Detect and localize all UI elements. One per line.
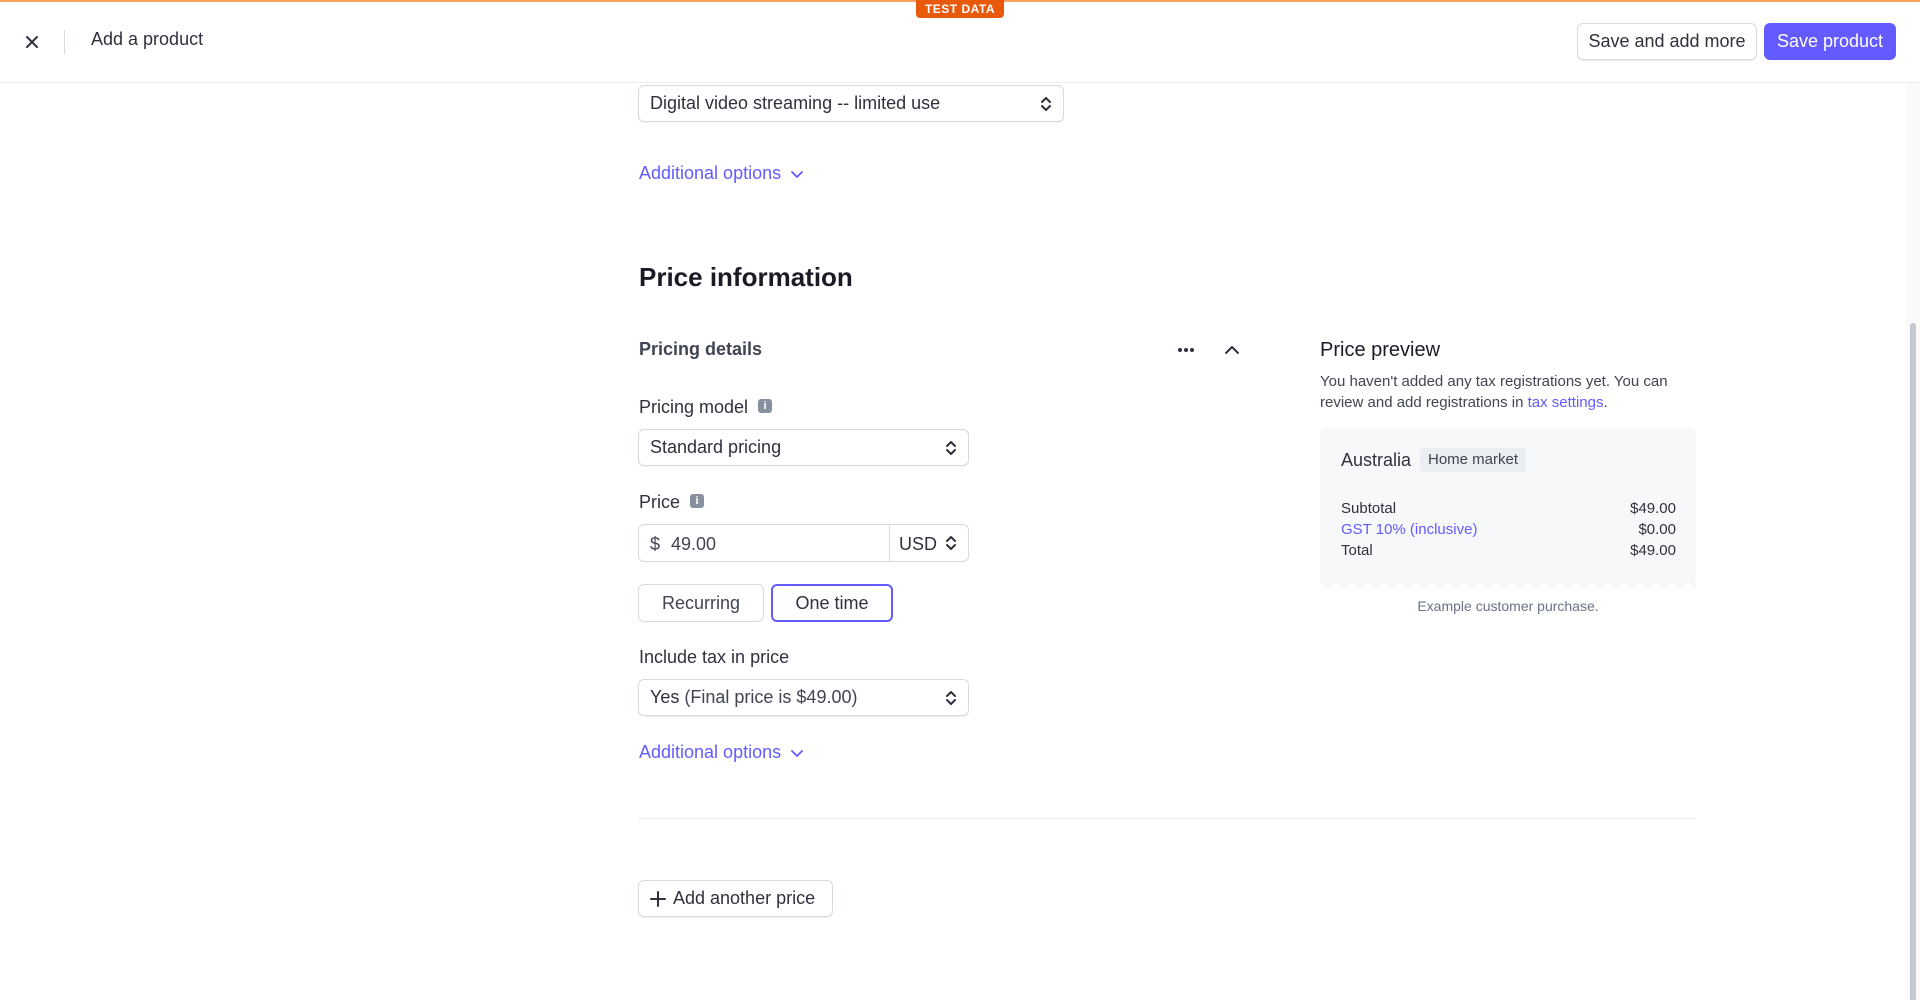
include-tax-value: Yes [650, 687, 680, 707]
section-divider [638, 818, 1696, 819]
preview-card: Australia Home market Subtotal $49.00 GS… [1320, 428, 1696, 590]
collapse-button[interactable] [1219, 337, 1245, 363]
preview-note-end: . [1603, 394, 1608, 411]
close-icon [26, 36, 38, 48]
updown-icon [946, 691, 956, 705]
plus-icon [650, 891, 666, 907]
pricing-details-heading: Pricing details [639, 339, 763, 359]
preview-row-total: Total $49.00 [1341, 542, 1676, 559]
tax-code-select[interactable]: Digital video streaming -- limited use [638, 85, 1064, 122]
price-preview-heading: Price preview [1320, 339, 1441, 361]
info-icon[interactable]: i [690, 494, 705, 509]
currency-symbol: $ [650, 534, 661, 554]
row-value: $49.00 [1630, 500, 1676, 517]
header-divider [64, 30, 65, 54]
chevron-down-icon [791, 171, 804, 179]
price-amount-input[interactable]: 49.00 [671, 534, 716, 555]
price-input-group: $ 49.00 USD [638, 524, 969, 562]
chevron-down-icon [791, 750, 804, 758]
preview-caption: Example customer purchase. [1417, 598, 1599, 614]
pricing-model-select[interactable]: Standard pricing [638, 429, 969, 466]
preview-country: Australia [1341, 450, 1412, 470]
app-root: Add a product Save and add more Save pro… [0, 0, 1920, 1000]
row-value: $49.00 [1630, 542, 1676, 559]
include-tax-detail: (Final price is $49.00) [684, 687, 858, 707]
row-label: Subtotal [1341, 500, 1397, 517]
close-button[interactable] [20, 30, 44, 54]
additional-options-label: Additional options [639, 163, 782, 183]
product-additional-options-link[interactable]: Additional options [639, 163, 804, 184]
info-icon[interactable]: i [758, 399, 773, 414]
additional-options-label: Additional options [639, 742, 782, 762]
more-icon [1178, 348, 1194, 352]
row-label: Total [1341, 542, 1373, 559]
include-tax-label: Include tax in price [639, 647, 790, 667]
pricing-model-label: Pricing model [639, 397, 749, 417]
chevron-up-icon [1225, 346, 1239, 354]
more-options-button[interactable] [1173, 337, 1199, 363]
one-time-toggle[interactable]: One time [771, 584, 893, 622]
scrollbar-thumb[interactable] [1910, 323, 1916, 1000]
price-preview-note: You haven't added any tax registrations … [1320, 371, 1710, 413]
updown-icon [946, 536, 956, 550]
updown-icon [1041, 97, 1051, 111]
price-information-heading: Price information [639, 262, 853, 292]
page-title: Add a product [91, 29, 204, 49]
preview-note-text: You haven't added any tax registrations … [1320, 373, 1668, 411]
currency-select[interactable]: USD [899, 534, 937, 555]
gst-link[interactable]: GST 10% (inclusive) [1341, 521, 1477, 538]
save-product-button[interactable]: Save product [1764, 23, 1896, 60]
test-data-badge: TEST DATA [916, 0, 1004, 18]
save-and-add-more-button[interactable]: Save and add more [1577, 23, 1757, 60]
input-divider [889, 525, 890, 561]
tax-settings-link[interactable]: tax settings [1528, 394, 1604, 411]
add-another-price-label: Add another price [673, 888, 816, 908]
add-another-price-button[interactable]: Add another price [638, 880, 833, 917]
receipt-edge [1320, 582, 1696, 590]
preview-row-subtotal: Subtotal $49.00 [1341, 500, 1676, 517]
updown-icon [946, 441, 956, 455]
pricing-model-value: Standard pricing [650, 437, 782, 457]
price-additional-options-link[interactable]: Additional options [639, 742, 804, 763]
row-value: $0.00 [1638, 521, 1676, 538]
pricing-model-label-row: Pricing model i [639, 397, 773, 418]
price-label: Price [639, 492, 681, 512]
tax-code-value: Digital video streaming -- limited use [650, 93, 941, 113]
scrollbar[interactable] [1906, 83, 1920, 1000]
include-tax-select[interactable]: Yes (Final price is $49.00) [638, 679, 969, 716]
preview-row-tax: GST 10% (inclusive) $0.00 [1341, 521, 1676, 538]
recurring-toggle[interactable]: Recurring [638, 584, 764, 622]
price-label-row: Price i [639, 492, 705, 513]
home-market-badge: Home market [1420, 448, 1527, 472]
